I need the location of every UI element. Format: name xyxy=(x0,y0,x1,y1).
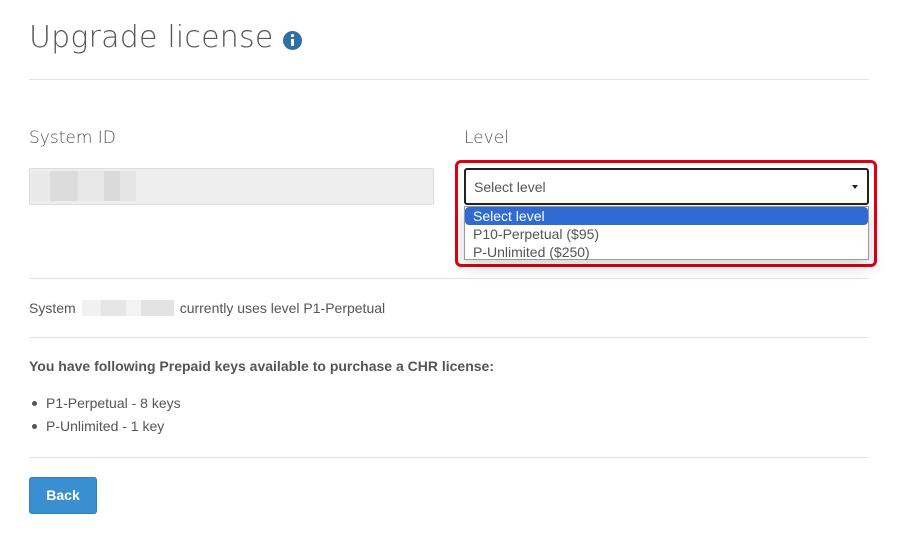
level-select-value: Select level xyxy=(474,179,546,195)
redacted-block xyxy=(32,171,50,201)
list-item: P-Unlimited - 1 key xyxy=(29,417,181,440)
redacted-system-id xyxy=(81,300,174,316)
redacted-block xyxy=(50,171,78,201)
redacted-block xyxy=(104,171,120,201)
divider xyxy=(29,337,869,338)
level-option-p10-perpetual[interactable]: P10-Perpetual ($95) xyxy=(465,225,868,243)
info-circle-icon[interactable] xyxy=(283,31,303,50)
divider xyxy=(29,278,869,279)
page-title: Upgrade license xyxy=(29,20,303,55)
current-level-status: System currently uses level P1-Perpetual xyxy=(29,300,385,316)
redacted-block xyxy=(78,171,104,201)
level-option-select[interactable]: Select level xyxy=(465,207,868,225)
caret-down-icon xyxy=(852,185,858,189)
status-suffix: currently uses level P1-Perpetual xyxy=(179,300,386,316)
status-prefix: System xyxy=(29,300,76,316)
system-id-label: System ID xyxy=(29,128,116,148)
level-option-p-unlimited[interactable]: P-Unlimited ($250) xyxy=(465,243,868,261)
level-select[interactable]: Select level xyxy=(464,168,869,205)
level-dropdown-list: Select level P10-Perpetual ($95) P-Unlim… xyxy=(464,206,869,260)
upgrade-license-page: Upgrade license System ID Level Select l… xyxy=(0,0,900,539)
divider xyxy=(29,79,869,80)
back-button[interactable]: Back xyxy=(29,477,97,514)
divider xyxy=(29,457,869,458)
prepaid-keys-heading: You have following Prepaid keys availabl… xyxy=(29,358,495,374)
page-title-text: Upgrade license xyxy=(29,20,274,55)
system-id-field xyxy=(29,168,434,205)
prepaid-keys-list: P1-Perpetual - 8 keys P-Unlimited - 1 ke… xyxy=(29,394,181,440)
redacted-block xyxy=(120,171,136,201)
list-item: P1-Perpetual - 8 keys xyxy=(29,394,181,417)
level-label: Level xyxy=(464,128,509,148)
